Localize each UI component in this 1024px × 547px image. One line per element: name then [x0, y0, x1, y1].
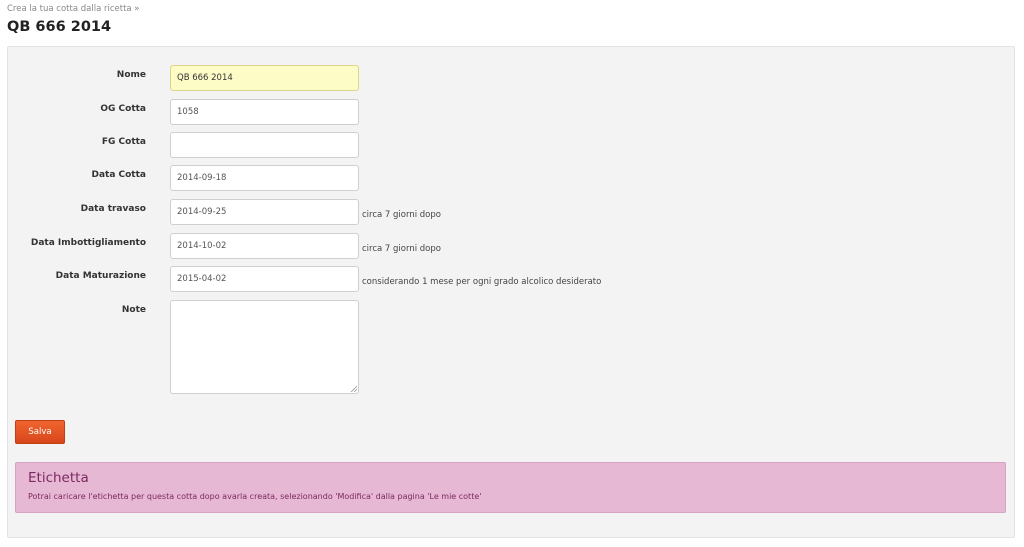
data-imbottigliamento-note: circa 7 giorni dopo — [362, 244, 441, 254]
form-row-fg-cotta: FG Cotta — [8, 132, 1008, 158]
data-travaso-input[interactable] — [170, 199, 359, 225]
data-travaso-label: Data travaso — [80, 204, 146, 214]
data-maturazione-note: considerando 1 mese per ogni grado alcol… — [362, 277, 602, 287]
nome-input[interactable] — [170, 65, 359, 91]
data-maturazione-input[interactable] — [170, 266, 359, 292]
save-button[interactable]: Salva — [15, 420, 65, 444]
data-cotta-input[interactable] — [170, 165, 359, 191]
etichetta-alert: Etichetta Potrai caricare l'etichetta pe… — [15, 462, 1006, 513]
nome-label: Nome — [116, 70, 146, 80]
form-row-nome: Nome — [8, 65, 1008, 91]
form-row-note: Note — [8, 300, 1008, 326]
resize-grip-icon[interactable] — [350, 385, 357, 392]
form-row-data-imbottigliamento: Data Imbottigliamento circa 7 giorni dop… — [8, 233, 1008, 259]
note-textarea[interactable] — [170, 300, 359, 394]
og-cotta-input[interactable] — [170, 99, 359, 125]
data-imbottigliamento-label: Data Imbottigliamento — [30, 238, 146, 248]
note-label: Note — [121, 305, 146, 315]
alert-title: Etichetta — [28, 470, 89, 486]
data-cotta-label: Data Cotta — [91, 170, 146, 180]
og-cotta-label: OG Cotta — [100, 104, 146, 114]
brew-form-panel: Nome OG Cotta FG Cotta Data Cotta Data t… — [7, 46, 1015, 538]
data-maturazione-label: Data Maturazione — [55, 271, 146, 281]
form-row-data-travaso: Data travaso circa 7 giorni dopo — [8, 199, 1008, 225]
form-row-data-maturazione: Data Maturazione considerando 1 mese per… — [8, 266, 1008, 292]
form-row-og-cotta: OG Cotta — [8, 99, 1008, 125]
fg-cotta-label: FG Cotta — [101, 137, 146, 147]
fg-cotta-input[interactable] — [170, 132, 359, 158]
data-travaso-note: circa 7 giorni dopo — [362, 210, 441, 220]
breadcrumb[interactable]: Crea la tua cotta dalla ricetta » — [7, 4, 140, 14]
alert-text: Potrai caricare l'etichetta per questa c… — [28, 492, 482, 501]
page-title: QB 666 2014 — [7, 19, 112, 35]
form-row-data-cotta: Data Cotta — [8, 165, 1008, 191]
data-imbottigliamento-input[interactable] — [170, 233, 359, 259]
